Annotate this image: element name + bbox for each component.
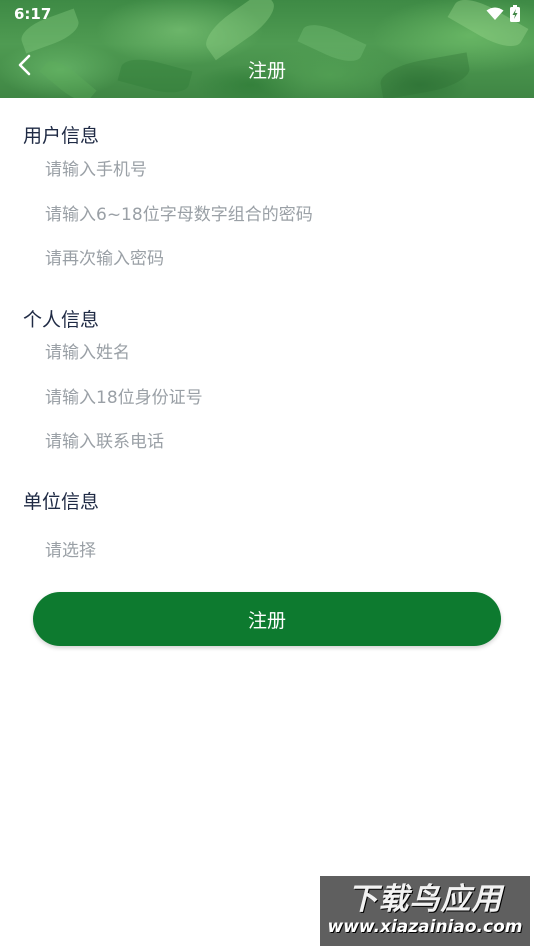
name-field[interactable] (45, 335, 505, 371)
section-title-unit-info: 单位信息 (23, 491, 100, 513)
section-title-user-info: 用户信息 (23, 125, 100, 147)
header-banner: 6:17 注册 (0, 0, 534, 98)
section-title-personal-info: 个人信息 (23, 309, 100, 331)
id-number-input[interactable] (45, 380, 505, 416)
watermark-brand: 下载鸟应用 (347, 882, 503, 917)
phone-input[interactable] (45, 152, 505, 188)
register-button[interactable]: 注册 (33, 592, 501, 646)
password-confirm-input[interactable] (45, 241, 505, 277)
status-time: 6:17 (14, 5, 52, 23)
watermark-url: www.xiazainiao.com (327, 917, 523, 937)
register-button-label: 注册 (247, 609, 286, 632)
password-input[interactable] (45, 197, 505, 233)
unit-select[interactable]: 请选择 (45, 530, 505, 566)
watermark: 下载鸟应用 www.xiazainiao.com (320, 876, 530, 946)
wifi-icon (486, 6, 504, 25)
name-input[interactable] (45, 335, 505, 371)
status-icons (486, 5, 520, 26)
id-number-field[interactable] (45, 380, 505, 416)
page-title: 注册 (247, 60, 286, 82)
phone-field[interactable] (45, 152, 505, 188)
status-bar: 6:17 (0, 0, 534, 28)
contact-phone-field[interactable] (45, 424, 505, 460)
unit-select-placeholder: 请选择 (45, 540, 96, 561)
password-field[interactable] (45, 197, 505, 233)
password-confirm-field[interactable] (45, 241, 505, 277)
contact-phone-input[interactable] (45, 424, 505, 460)
battery-icon (510, 5, 520, 26)
